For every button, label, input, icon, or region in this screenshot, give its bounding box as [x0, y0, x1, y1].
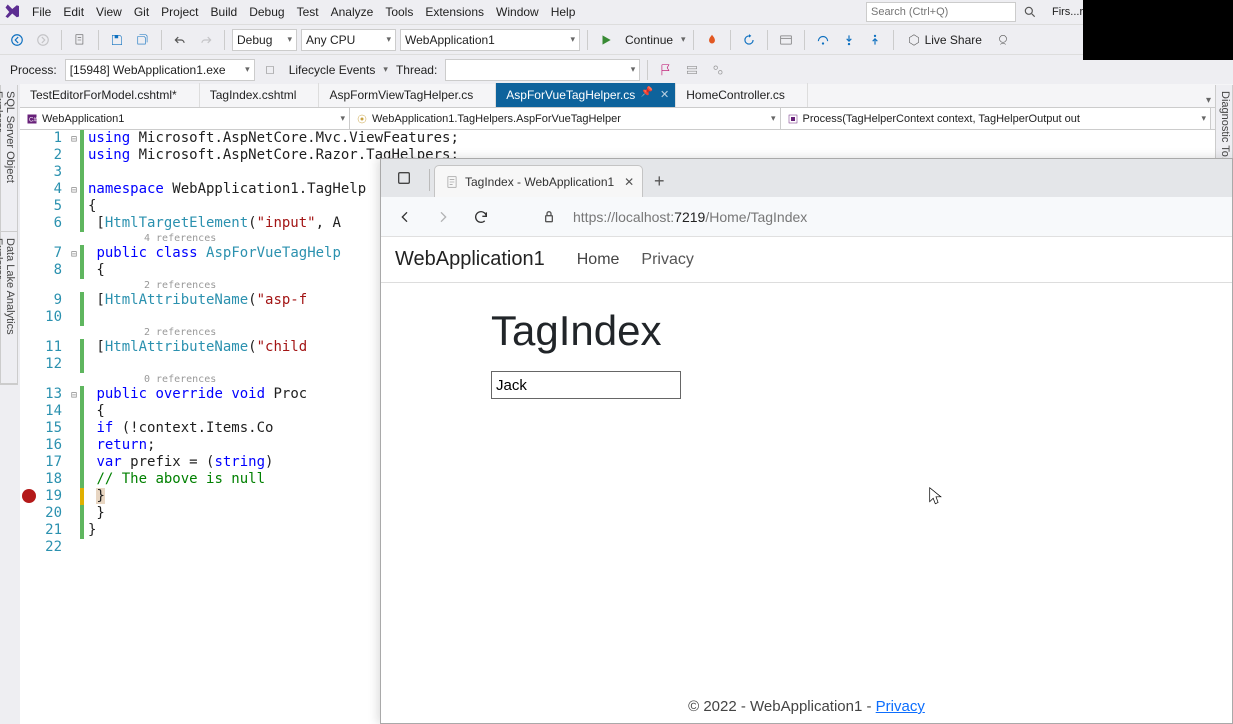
process-label: Process:	[6, 63, 61, 77]
menu-edit[interactable]: Edit	[57, 5, 90, 19]
vs-logo-icon	[4, 3, 22, 21]
save-all-icon[interactable]	[132, 29, 154, 51]
browser-refresh-button[interactable]	[467, 203, 495, 231]
code-line[interactable]: 1⊟using Microsoft.AspNetCore.Mvc.ViewFea…	[40, 130, 1233, 147]
menu-help[interactable]: Help	[545, 5, 582, 19]
search-input[interactable]	[866, 2, 1016, 22]
doc-tab[interactable]: AspForVueTagHelper.cs📌✕	[496, 83, 676, 107]
svg-text:C#: C#	[29, 117, 37, 123]
browser-forward-button[interactable]	[429, 203, 457, 231]
csharp-project-icon: C#	[26, 113, 38, 125]
sql-explorer-tab[interactable]: SQL Server Object Explorer	[1, 85, 17, 232]
new-item-icon[interactable]	[69, 29, 91, 51]
browser-addressbar: https://localhost:7219/Home/TagIndex	[381, 197, 1232, 237]
platform-select[interactable]: Any CPU	[301, 29, 396, 51]
context-member-select[interactable]: Process(TagHelperContext context, TagHel…	[781, 108, 1212, 129]
redo-icon[interactable]	[195, 29, 217, 51]
browser-content: WebApplication1 Home Privacy TagIndex © …	[381, 237, 1232, 723]
nav-forward-icon[interactable]	[32, 29, 54, 51]
nav-back-icon[interactable]	[6, 29, 28, 51]
browser-tab[interactable]: TagIndex - WebApplication1 ✕	[434, 165, 643, 197]
step-out-icon[interactable]	[864, 29, 886, 51]
new-tab-button[interactable]: +	[643, 165, 675, 197]
context-type-select[interactable]: WebApplication1.TagHelpers.AspForVueTagH…	[350, 108, 781, 129]
tab-actions-icon[interactable]	[389, 163, 419, 193]
step-into-icon[interactable]	[838, 29, 860, 51]
method-icon	[787, 113, 799, 125]
save-icon[interactable]	[106, 29, 128, 51]
target-select[interactable]: WebApplication1	[400, 29, 580, 51]
menu-bar: FileEditViewGitProjectBuildDebugTestAnal…	[0, 0, 1233, 24]
class-icon	[356, 113, 368, 125]
menu-file[interactable]: File	[26, 5, 57, 19]
page-title: TagIndex	[491, 307, 1122, 355]
continue-icon[interactable]	[595, 29, 617, 51]
live-share-label: Live Share	[925, 33, 982, 47]
debug-toolbar: Process: [15948] WebApplication1.exe Lif…	[0, 54, 1233, 84]
browser-window: TagIndex - WebApplication1 ✕ + https://l…	[380, 158, 1233, 724]
browser-tab-title: TagIndex - WebApplication1	[465, 175, 614, 189]
config-select[interactable]: Debug	[232, 29, 297, 51]
menu-project[interactable]: Project	[155, 5, 204, 19]
step-over-icon[interactable]	[812, 29, 834, 51]
hot-reload-icon[interactable]	[701, 29, 723, 51]
flag-icon[interactable]	[655, 59, 677, 81]
browser-back-button[interactable]	[391, 203, 419, 231]
lifecycle-icon[interactable]	[259, 59, 281, 81]
menu-tools[interactable]: Tools	[379, 5, 419, 19]
url-display[interactable]: https://localhost:7219/Home/TagIndex	[573, 209, 807, 225]
external-dark-area	[1083, 0, 1233, 60]
browser-link-icon[interactable]	[775, 29, 797, 51]
menu-git[interactable]: Git	[128, 5, 155, 19]
thread-label: Thread:	[392, 63, 441, 77]
menu-debug[interactable]: Debug	[243, 5, 290, 19]
pin-icon[interactable]: 📌	[641, 87, 653, 98]
menu-analyze[interactable]: Analyze	[325, 5, 380, 19]
tab-overflow-icon[interactable]: ▾	[1206, 95, 1211, 107]
footer-privacy-link[interactable]: Privacy	[876, 698, 925, 715]
browser-tabstrip: TagIndex - WebApplication1 ✕ +	[381, 159, 1232, 197]
context-project-select[interactable]: C# WebApplication1	[20, 108, 350, 129]
feedback-icon[interactable]	[992, 29, 1014, 51]
show-threads-icon[interactable]	[707, 59, 729, 81]
site-info-icon[interactable]	[535, 203, 563, 231]
continue-label[interactable]: Continue	[621, 33, 677, 47]
thread-select[interactable]	[445, 59, 640, 81]
undo-icon[interactable]	[169, 29, 191, 51]
close-tab-icon[interactable]: ✕	[660, 88, 669, 101]
datalake-explorer-tab[interactable]: Data Lake Analytics Explorer	[1, 232, 17, 384]
page-footer: © 2022 - WebApplication1 - Privacy	[381, 698, 1232, 715]
stack-frame-icon[interactable]	[681, 59, 703, 81]
restart-icon[interactable]	[738, 29, 760, 51]
doc-tab[interactable]: TagIndex.cshtml	[200, 83, 320, 107]
nav-privacy-link[interactable]: Privacy	[641, 251, 693, 269]
editor-tabstrip: TestEditorForModel.cshtml*TagIndex.cshtm…	[20, 84, 1233, 108]
brand-link[interactable]: WebApplication1	[395, 248, 545, 271]
breakpoint-icon[interactable]	[22, 489, 36, 503]
lifecycle-label[interactable]: Lifecycle Events	[285, 63, 380, 77]
doc-tab[interactable]: HomeController.cs	[676, 83, 808, 107]
page-icon	[445, 175, 459, 189]
doc-tab[interactable]: TestEditorForModel.cshtml*	[20, 83, 200, 107]
live-share-button[interactable]: Live Share	[901, 33, 988, 47]
doc-tab[interactable]: AspFormViewTagHelper.cs	[319, 83, 496, 107]
mouse-cursor-icon	[929, 487, 943, 507]
search-icon[interactable]	[1020, 5, 1040, 19]
menu-extensions[interactable]: Extensions	[419, 5, 490, 19]
context-nav: C# WebApplication1 WebApplication1.TagHe…	[20, 108, 1233, 130]
menu-view[interactable]: View	[90, 5, 128, 19]
site-navbar: WebApplication1 Home Privacy	[381, 237, 1232, 283]
menu-build[interactable]: Build	[205, 5, 244, 19]
close-tab-icon[interactable]: ✕	[624, 175, 634, 189]
nav-home-link[interactable]: Home	[577, 251, 620, 269]
menu-test[interactable]: Test	[291, 5, 325, 19]
process-select[interactable]: [15948] WebApplication1.exe	[65, 59, 255, 81]
left-tool-tabs: SQL Server Object Explorer Data Lake Ana…	[0, 85, 18, 385]
main-toolbar: Debug Any CPU WebApplication1 Continue ▾…	[0, 24, 1233, 54]
menu-window[interactable]: Window	[490, 5, 545, 19]
tagindex-input[interactable]	[491, 371, 681, 399]
